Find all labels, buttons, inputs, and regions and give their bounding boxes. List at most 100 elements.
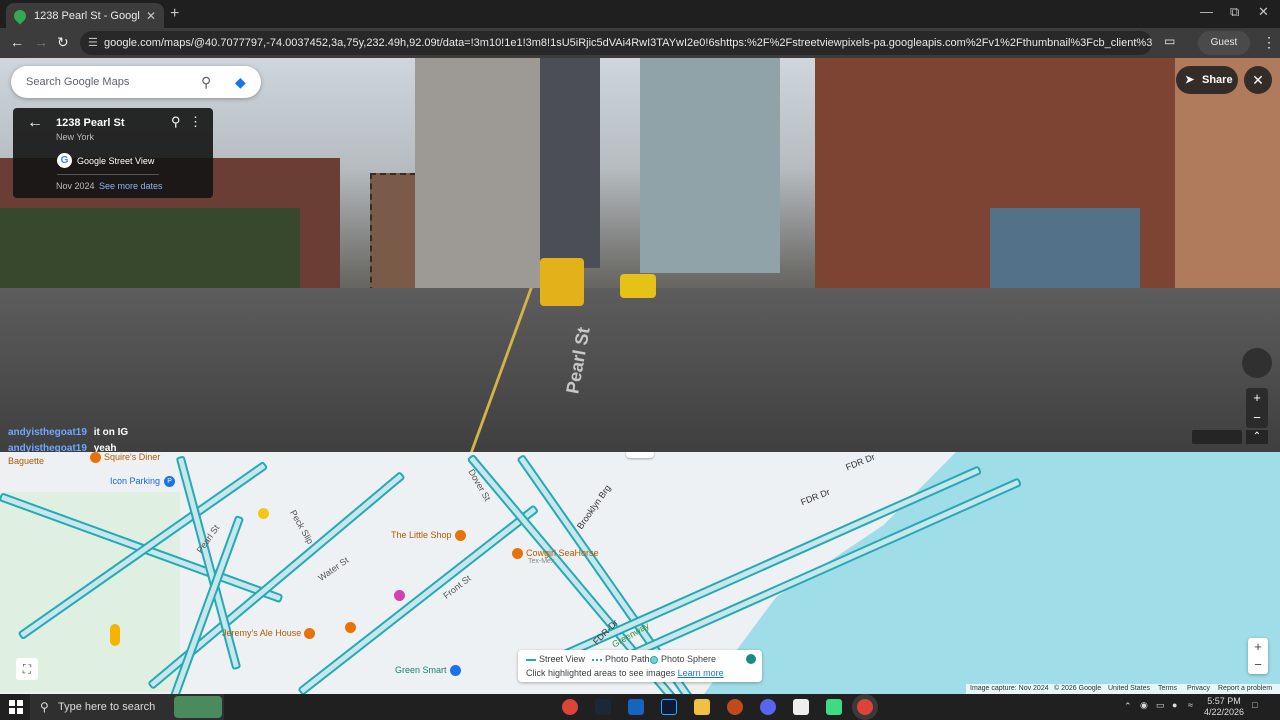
taskbar-search-input[interactable]: ⚲ Type here to search xyxy=(30,694,224,720)
playground xyxy=(990,208,1140,288)
poi-icon-parking[interactable]: Icon Parking P xyxy=(110,476,178,488)
chrome-active-icon[interactable] xyxy=(857,699,873,715)
location-pin-icon[interactable]: ⚲ xyxy=(171,114,181,130)
directions-icon[interactable]: ◆ xyxy=(235,66,246,98)
place-subtitle: New York xyxy=(56,132,95,142)
zoom-control: + − xyxy=(1246,388,1268,428)
poi-label: Jeremy's Ale House xyxy=(222,628,302,638)
yellow-truck xyxy=(620,274,656,298)
app-icon[interactable] xyxy=(727,699,743,715)
forward-icon[interactable]: → xyxy=(34,34,48,50)
map-zoom-in-icon[interactable]: + xyxy=(1248,638,1268,656)
app-icon-white[interactable] xyxy=(793,699,809,715)
legend-street-view: Street View xyxy=(526,654,585,664)
map-zoom-control: + − xyxy=(1248,638,1268,674)
minimize-icon[interactable]: — xyxy=(1200,4,1213,19)
legend-photo-sphere: Photo Sphere xyxy=(650,654,716,664)
tab-close-icon[interactable]: ✕ xyxy=(146,9,156,23)
back-icon[interactable]: ← xyxy=(10,34,24,50)
poi-squires-diner[interactable]: Squire's Diner xyxy=(90,452,160,464)
close-window-icon[interactable]: ✕ xyxy=(1258,4,1269,20)
street-view-panorama[interactable]: Pearl St Search Google Maps ⚲ ◆ ← 1238 P… xyxy=(0,58,1280,452)
poi-label: Cowgirl SeaHorse xyxy=(526,548,599,558)
vscode-like-icon[interactable] xyxy=(628,699,644,715)
legend-label: Photo Sphere xyxy=(661,654,717,664)
layers-thumbnails[interactable] xyxy=(1192,430,1242,444)
back-arrow-icon[interactable]: ← xyxy=(27,114,43,132)
guest-label: Guest xyxy=(1210,37,1238,48)
zoom-in-icon[interactable]: + xyxy=(1246,388,1268,408)
poi-jeremys-ale-house[interactable]: Jeremy's Ale House xyxy=(222,628,318,640)
footer-country[interactable]: United States xyxy=(1108,685,1150,692)
chrome-icon[interactable] xyxy=(562,699,578,715)
compass-icon[interactable] xyxy=(1242,348,1272,378)
smiley-pin-icon[interactable] xyxy=(258,508,269,519)
chat-message: andyisthegoat19 yeah xyxy=(8,443,117,452)
poi-cowgirl-seahorse[interactable]: Cowgirl SeaHorse xyxy=(512,548,599,560)
street-view-line-icon xyxy=(526,658,536,661)
poi-label: Green Smart xyxy=(395,665,447,675)
shopping-pin-icon[interactable] xyxy=(394,590,405,601)
shop-pin-icon xyxy=(449,665,461,677)
menu-dots-icon[interactable]: ⋮ xyxy=(1262,34,1276,51)
discord-icon[interactable] xyxy=(760,699,776,715)
fullscreen-icon[interactable]: ⛶ xyxy=(16,658,38,680)
site-settings-icon[interactable]: ☰ xyxy=(88,31,98,55)
expand-up-icon[interactable]: ⌃ xyxy=(1246,430,1268,444)
pegman-icon[interactable] xyxy=(110,624,120,646)
url-bar[interactable]: ☰ google.com/maps/@40.7077797,-74.003745… xyxy=(80,31,1152,55)
glass-tower xyxy=(640,58,780,273)
see-more-dates-link[interactable]: See more dates xyxy=(99,181,163,191)
source-label: Google Street View xyxy=(77,156,155,166)
windows-start-icon[interactable] xyxy=(9,700,23,714)
more-options-icon[interactable]: ⋮ xyxy=(189,114,202,130)
steam-icon[interactable] xyxy=(595,699,611,715)
chat-text: it on IG xyxy=(93,427,129,438)
restaurant-pin-icon xyxy=(90,452,101,464)
yellow-school-bus xyxy=(540,258,584,306)
share-button[interactable]: ➤ Share xyxy=(1176,66,1238,94)
restore-icon[interactable]: ⧉ xyxy=(1230,4,1239,20)
poi-label: Baguette xyxy=(8,456,45,466)
legend-toggle[interactable] xyxy=(746,654,756,664)
legend-label: Photo Path xyxy=(605,654,650,664)
close-street-view-icon[interactable]: ✕ xyxy=(1244,66,1272,94)
clock-time[interactable]: 5:57 PM xyxy=(1204,696,1244,706)
tall-tower-dark xyxy=(540,58,600,268)
food-pin-icon xyxy=(512,548,523,560)
footer-report[interactable]: Report a problem xyxy=(1218,685,1272,692)
map-view[interactable]: Pearl St Peck Slip Water St Front St Dov… xyxy=(0,452,1280,694)
tab-google-maps[interactable]: 1238 Pearl St - Google Maps ✕ xyxy=(6,3,164,28)
poi-green-smart[interactable]: Green Smart xyxy=(395,665,464,677)
notifications-icon[interactable]: □ xyxy=(1252,700,1257,710)
file-explorer-icon[interactable] xyxy=(694,699,710,715)
zoom-out-icon[interactable]: − xyxy=(1246,408,1268,428)
cast-icon[interactable]: ▭ xyxy=(1164,34,1175,48)
chat-username: andyisthegoat19 xyxy=(8,443,87,452)
tray-record-icon[interactable]: ◉ xyxy=(1140,700,1148,711)
tray-mic-icon[interactable]: ● xyxy=(1172,700,1177,710)
poi-the-little-shop[interactable]: The Little Shop xyxy=(391,530,469,542)
street-label: Brooklyn Brg xyxy=(574,483,613,531)
building-far-right xyxy=(1175,58,1280,308)
tray-monitor-icon[interactable]: ▭ xyxy=(1156,700,1165,711)
footer-privacy[interactable]: Privacy xyxy=(1187,685,1210,692)
profile-guest-button[interactable]: Guest xyxy=(1198,31,1250,55)
new-tab-button[interactable]: + xyxy=(170,5,179,23)
food-pin-icon[interactable] xyxy=(345,622,356,633)
map-zoom-out-icon[interactable]: − xyxy=(1248,656,1268,674)
photo-path-line-icon xyxy=(592,658,602,661)
learn-more-link[interactable]: Learn more xyxy=(678,668,724,678)
app-icon-green[interactable] xyxy=(826,699,842,715)
search-icon[interactable]: ⚲ xyxy=(201,66,211,98)
poi-baguette[interactable]: Baguette xyxy=(8,456,44,466)
photoshop-icon[interactable] xyxy=(661,699,677,715)
tray-network-icon[interactable]: ≈ xyxy=(1188,700,1193,710)
chat-username: andyisthegoat19 xyxy=(8,427,87,438)
reload-icon[interactable]: ↻ xyxy=(57,34,69,51)
clock-date[interactable]: 4/22/2026 xyxy=(1200,707,1248,717)
search-input[interactable]: Search Google Maps ⚲ ◆ xyxy=(11,66,261,98)
tray-chevron-icon[interactable]: ⌃ xyxy=(1124,701,1132,712)
split-resize-handle[interactable] xyxy=(626,452,654,458)
footer-terms[interactable]: Terms xyxy=(1158,685,1177,692)
